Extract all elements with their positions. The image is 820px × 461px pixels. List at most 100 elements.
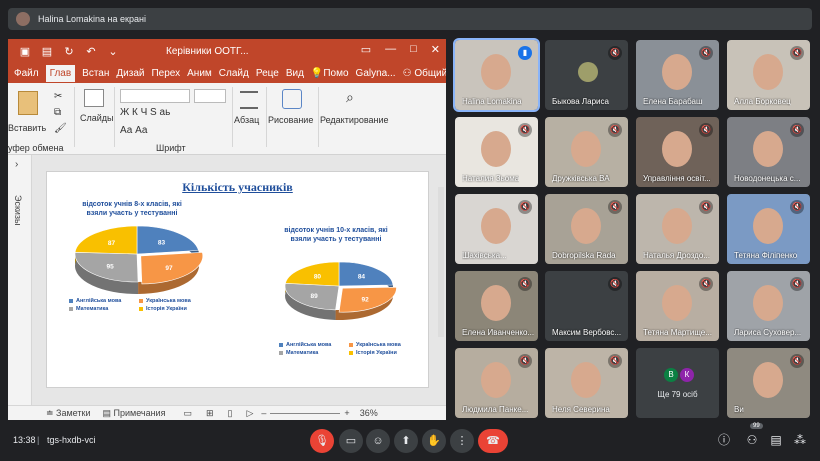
- raise-hand-icon[interactable]: ✋: [422, 429, 446, 453]
- zoom-slider[interactable]: [270, 412, 341, 414]
- participant-tile[interactable]: Неля Северина 🔇: [545, 348, 628, 418]
- font-size-box[interactable]: [194, 89, 226, 103]
- tab-help[interactable]: 💡Помо: [311, 68, 349, 79]
- paragraph-button[interactable]: Абзац: [234, 115, 259, 125]
- mic-muted-icon: 🔇: [790, 123, 804, 137]
- mic-muted-icon: 🔇: [790, 200, 804, 214]
- tab-transitions[interactable]: Перех: [151, 68, 180, 79]
- tab-view[interactable]: Вид: [286, 68, 304, 79]
- tab-design[interactable]: Дизай: [116, 68, 144, 79]
- legend-label: Українська мова: [146, 298, 191, 304]
- sorter-view-icon[interactable]: ⊞: [206, 408, 214, 419]
- more-options-icon[interactable]: ⋮: [450, 429, 474, 453]
- notes-button[interactable]: ≐ Заметки: [46, 408, 90, 419]
- camera-icon[interactable]: ▭: [339, 429, 363, 453]
- participant-tile[interactable]: Тетяна Мартище... 🔇: [636, 271, 719, 341]
- participant-tile[interactable]: Halina Lomakina ▮: [453, 38, 540, 112]
- participant-tile[interactable]: Алла Борковец 🔇: [727, 40, 810, 110]
- zoom-level[interactable]: 36%: [360, 408, 378, 418]
- participant-tile[interactable]: Быкова Лариса 🔇: [545, 40, 628, 110]
- find-icon[interactable]: ⌕: [346, 89, 354, 106]
- participant-tile[interactable]: Новодонецька с... 🔇: [727, 117, 810, 187]
- comments-label: Примечания: [113, 407, 166, 418]
- tab-file[interactable]: Файл: [14, 68, 39, 79]
- legend-entry: Історія України: [139, 306, 209, 312]
- maximize-icon[interactable]: □: [410, 43, 417, 56]
- zoom-in-icon[interactable]: +: [344, 408, 349, 418]
- mic-off-icon[interactable]: 🎙: [310, 429, 334, 453]
- paste-icon[interactable]: [18, 91, 38, 115]
- mic-muted-icon: 🔇: [790, 354, 804, 368]
- people-icon[interactable]: ⚇: [744, 432, 760, 448]
- editing-button[interactable]: Редактирование: [320, 115, 389, 125]
- clock: 13:38: [13, 435, 36, 445]
- paste-button[interactable]: Вставить: [8, 123, 46, 133]
- ribbon-options-icon[interactable]: ▭: [361, 43, 371, 56]
- activities-icon[interactable]: ⁂: [792, 432, 808, 448]
- slide-canvas[interactable]: Кількість учасників відсоток учнів 8-х к…: [46, 171, 429, 388]
- emoji-icon[interactable]: ☺: [366, 429, 390, 453]
- tab-review[interactable]: Реце: [256, 68, 279, 79]
- thumbnails-panel[interactable]: › Эскизы: [8, 155, 32, 405]
- participant-tile[interactable]: Елена Иванченко... 🔇: [455, 271, 538, 341]
- new-slide-icon[interactable]: [84, 89, 104, 107]
- copy-icon[interactable]: ⧉: [54, 107, 61, 118]
- slides-button[interactable]: Слайды: [80, 113, 114, 123]
- participant-tile[interactable]: Наталия Зьома 🔇: [455, 117, 538, 187]
- participant-tile[interactable]: Максим Вербовс... 🔇: [545, 271, 628, 341]
- info-icon[interactable]: ⓘ: [716, 432, 732, 448]
- participant-tile[interactable]: Дружківська ВА 🔇: [545, 117, 628, 187]
- normal-view-icon[interactable]: ▭: [183, 408, 192, 419]
- zoom-out-icon[interactable]: –: [261, 408, 266, 418]
- participant-tile[interactable]: Ви 🔇: [727, 348, 810, 418]
- participant-tile[interactable]: Людмила Панке... 🔇: [455, 348, 538, 418]
- pie-data-label: 83: [158, 239, 166, 246]
- slideshow-view-icon[interactable]: ▷: [246, 408, 253, 419]
- tab-home[interactable]: Глав: [45, 64, 76, 82]
- mic-muted-icon: 🔇: [699, 277, 713, 291]
- shapes-icon[interactable]: [282, 89, 302, 109]
- format-painter-icon[interactable]: 🖌: [54, 123, 67, 134]
- slideshow-icon[interactable]: ▤: [36, 45, 58, 58]
- redo-icon[interactable]: ↻: [58, 45, 80, 58]
- font-name-box[interactable]: [120, 89, 190, 103]
- participant-tile[interactable]: Dobropilska Rada 🔇: [545, 194, 628, 264]
- mic-muted-icon: 🔇: [790, 46, 804, 60]
- present-icon[interactable]: ⬆: [394, 429, 418, 453]
- tab-insert[interactable]: Встан: [82, 68, 109, 79]
- customize-icon[interactable]: ⌄: [102, 45, 124, 58]
- tab-slideshow[interactable]: Слайд: [219, 68, 249, 79]
- participant-tile[interactable]: В К Ще 79 осіб: [636, 348, 719, 418]
- save-icon[interactable]: ▣: [14, 45, 36, 58]
- presenter-label: Halina Lomakina на екрані: [38, 14, 146, 24]
- participant-tile[interactable]: Управління освіт... 🔇: [636, 117, 719, 187]
- close-icon[interactable]: ✕: [431, 43, 440, 56]
- participant-name: Шахівська...: [462, 251, 507, 260]
- minimize-icon[interactable]: —: [385, 43, 396, 56]
- participant-tile[interactable]: Наталья Дроздо... 🔇: [636, 194, 719, 264]
- tab-animations[interactable]: Аним: [187, 68, 212, 79]
- reading-view-icon[interactable]: ▯: [228, 408, 233, 419]
- legend-entry: Математика: [279, 350, 349, 356]
- participant-tile[interactable]: Тетяна Філіпенко 🔇: [727, 194, 810, 264]
- participant-tile[interactable]: Елена Барабаш 🔇: [636, 40, 719, 110]
- end-call-icon[interactable]: ☎: [478, 429, 508, 453]
- chat-icon[interactable]: ▤: [768, 432, 784, 448]
- undo-icon[interactable]: ↶: [80, 45, 102, 58]
- participant-tile[interactable]: Лариса Суховер... 🔇: [727, 271, 810, 341]
- participant-video: [481, 54, 511, 90]
- drawing-button[interactable]: Рисование: [268, 115, 313, 125]
- paragraph-icon[interactable]: [240, 91, 258, 109]
- participant-tile[interactable]: Шахівська... 🔇: [455, 194, 538, 264]
- work-area: › Эскизы Кількість учасників відсоток уч…: [8, 155, 446, 405]
- share-button[interactable]: ⚇ Общий досту: [403, 68, 446, 79]
- cut-icon[interactable]: ✂: [54, 91, 62, 102]
- participant-name: Ви: [734, 405, 744, 414]
- account-name[interactable]: Galyna...: [356, 68, 396, 79]
- font-size-buttons[interactable]: Аа Аа: [120, 125, 147, 136]
- comments-button[interactable]: ▤ Примечания: [102, 408, 165, 419]
- font-style-buttons[interactable]: Ж К Ч S аь: [120, 107, 170, 118]
- expand-chevron-icon[interactable]: ›: [15, 159, 18, 170]
- participant-video: [753, 54, 783, 90]
- vertical-scrollbar[interactable]: [438, 187, 444, 337]
